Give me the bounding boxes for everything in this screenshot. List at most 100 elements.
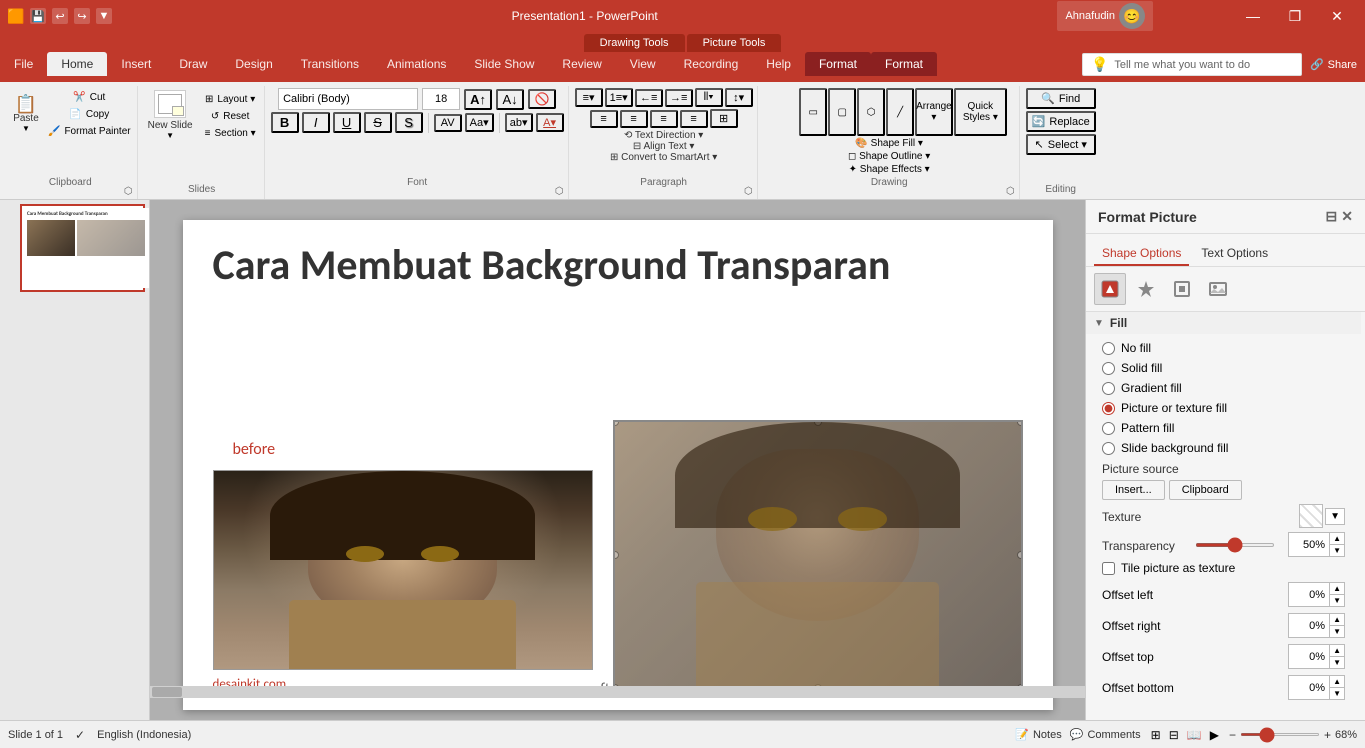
font-expand[interactable]: ⬡	[555, 186, 564, 197]
h-scroll-thumb[interactable]	[152, 687, 182, 697]
after-image[interactable]: ↻	[613, 420, 1023, 690]
picture-tools-tab[interactable]: Picture Tools	[687, 34, 782, 52]
layout-button[interactable]: ⊞Layout ▾	[201, 92, 260, 107]
save-icon[interactable]: 💾	[30, 8, 46, 24]
offset-bottom-increment[interactable]: ▲	[1330, 676, 1344, 688]
gradient-fill-option[interactable]: Gradient fill	[1102, 378, 1345, 398]
tab-slideshow[interactable]: Slide Show	[460, 52, 548, 76]
comments-button[interactable]: 💬 Comments	[1070, 728, 1141, 741]
justify-button[interactable]: ≡	[680, 110, 708, 128]
new-slide-button[interactable]: New Slide ▼	[144, 88, 197, 142]
arrange-button[interactable]: Arrange ▾	[915, 88, 953, 136]
decrease-indent-button[interactable]: ←≡	[635, 89, 663, 107]
minimize-button[interactable]: —	[1233, 0, 1273, 32]
normal-view-button[interactable]: ⊞	[1149, 726, 1163, 744]
reset-button[interactable]: ↺Reset	[201, 109, 260, 124]
zoom-slider[interactable]	[1240, 733, 1320, 736]
transparency-increment[interactable]: ▲	[1330, 533, 1344, 545]
tab-help[interactable]: Help	[752, 52, 805, 76]
clipboard-expand[interactable]: ⬡	[124, 186, 133, 197]
align-left-button[interactable]: ≡	[590, 110, 618, 128]
before-image[interactable]	[213, 470, 593, 670]
size-position-icon-btn[interactable]	[1166, 273, 1198, 305]
panel-close-button[interactable]: ✕	[1341, 208, 1353, 225]
font-color-button[interactable]: A▾	[536, 113, 564, 132]
offset-left-decrement[interactable]: ▼	[1330, 595, 1344, 606]
shrink-font-button[interactable]: A↓	[496, 89, 524, 110]
tab-draw[interactable]: Draw	[165, 52, 221, 76]
slide-bg-fill-radio[interactable]	[1102, 442, 1115, 455]
restore-button[interactable]: ❐	[1275, 0, 1315, 32]
offset-left-increment[interactable]: ▲	[1330, 583, 1344, 595]
panel-collapse-button[interactable]: ⊟	[1326, 208, 1338, 225]
strikethrough-button[interactable]: S	[364, 112, 392, 133]
tab-format1[interactable]: Format	[805, 52, 871, 76]
undo-icon[interactable]: ↩	[52, 8, 68, 24]
paragraph-expand[interactable]: ⬡	[744, 186, 753, 197]
h-scrollbar[interactable]	[150, 686, 1085, 698]
transparency-slider[interactable]	[1195, 543, 1275, 547]
drawing-tools-tab[interactable]: Drawing Tools	[584, 34, 685, 52]
tile-checkbox-row[interactable]: Tile picture as texture	[1102, 561, 1345, 575]
drawing-expand[interactable]: ⬡	[1006, 186, 1015, 197]
offset-right-input[interactable]	[1289, 618, 1329, 634]
window-controls[interactable]: — ❐ ✕	[1233, 0, 1357, 32]
solid-fill-radio[interactable]	[1102, 362, 1115, 375]
tab-insert[interactable]: Insert	[107, 52, 165, 76]
char-spacing-button[interactable]: AV	[434, 114, 462, 132]
grow-font-button[interactable]: A↑	[464, 89, 492, 110]
tile-checkbox[interactable]	[1102, 562, 1115, 575]
tab-review[interactable]: Review	[548, 52, 615, 76]
shape-line[interactable]: ╱	[886, 88, 914, 136]
align-center-button[interactable]: ≡	[620, 110, 648, 128]
select-button[interactable]: ↖ Select ▾	[1026, 134, 1096, 155]
increase-indent-button[interactable]: →≡	[665, 89, 693, 107]
gradient-fill-radio[interactable]	[1102, 382, 1115, 395]
text-options-tab[interactable]: Text Options	[1193, 242, 1276, 266]
redo-icon[interactable]: ↪	[74, 8, 90, 24]
shape-rect[interactable]: ▭	[799, 88, 827, 136]
offset-right-decrement[interactable]: ▼	[1330, 626, 1344, 637]
columns-button[interactable]: ⫴▾	[695, 88, 723, 107]
panel-inner-scroll[interactable]: ▼ Fill No fill Solid fill	[1086, 312, 1365, 720]
italic-button[interactable]: I	[302, 112, 330, 133]
offset-left-input[interactable]	[1289, 587, 1329, 603]
slide-bg-fill-option[interactable]: Slide background fill	[1102, 438, 1345, 458]
picture-icon-btn[interactable]	[1202, 273, 1234, 305]
close-button[interactable]: ✕	[1317, 0, 1357, 32]
clear-format-button[interactable]: 🚫	[528, 89, 556, 109]
shadow-button[interactable]: S	[395, 112, 423, 133]
paste-button[interactable]: 📋 Paste ▼	[8, 88, 44, 140]
tab-design[interactable]: Design	[221, 52, 286, 76]
smart-art-button[interactable]: ⊞	[710, 109, 738, 128]
offset-top-decrement[interactable]: ▼	[1330, 657, 1344, 668]
convert-smartart-btn[interactable]: ⊞ Convert to SmartArt ▾	[610, 152, 717, 163]
transparency-decrement[interactable]: ▼	[1330, 545, 1344, 556]
cut-button[interactable]: ✂️Cut	[46, 90, 133, 105]
section-button[interactable]: ≡Section ▾	[201, 126, 260, 141]
fill-effects-icon-btn[interactable]	[1094, 273, 1126, 305]
text-direction-btn[interactable]: ⟲ Text Direction ▾	[624, 130, 703, 141]
align-text-btn[interactable]: ⊟ Align Text ▾	[633, 141, 695, 152]
quick-styles-button[interactable]: Quick Styles ▾	[954, 88, 1007, 136]
shape-more[interactable]: ⬡	[857, 88, 885, 136]
tab-format2[interactable]: Format	[871, 52, 937, 76]
pattern-fill-option[interactable]: Pattern fill	[1102, 418, 1345, 438]
pattern-fill-radio[interactable]	[1102, 422, 1115, 435]
offset-right-increment[interactable]: ▲	[1330, 614, 1344, 626]
zoom-out-icon[interactable]: −	[1229, 728, 1236, 742]
no-fill-radio[interactable]	[1102, 342, 1115, 355]
tab-view[interactable]: View	[616, 52, 670, 76]
align-right-button[interactable]: ≡	[650, 110, 678, 128]
offset-bottom-input[interactable]	[1289, 680, 1329, 696]
picture-fill-option[interactable]: Picture or texture fill	[1102, 398, 1345, 418]
zoom-in-icon[interactable]: +	[1324, 728, 1331, 742]
underline-button[interactable]: U	[333, 112, 361, 133]
texture-dropdown-button[interactable]: ▼	[1325, 508, 1345, 525]
slide-thumbnail-1[interactable]: Cara Membuat Background Transparan	[20, 204, 145, 292]
font-size-input[interactable]	[422, 88, 460, 110]
tab-home[interactable]: Home	[47, 52, 107, 76]
effects-icon-btn[interactable]	[1130, 273, 1162, 305]
font-name-input[interactable]	[278, 88, 418, 110]
line-spacing-button[interactable]: ↕▾	[725, 88, 753, 107]
